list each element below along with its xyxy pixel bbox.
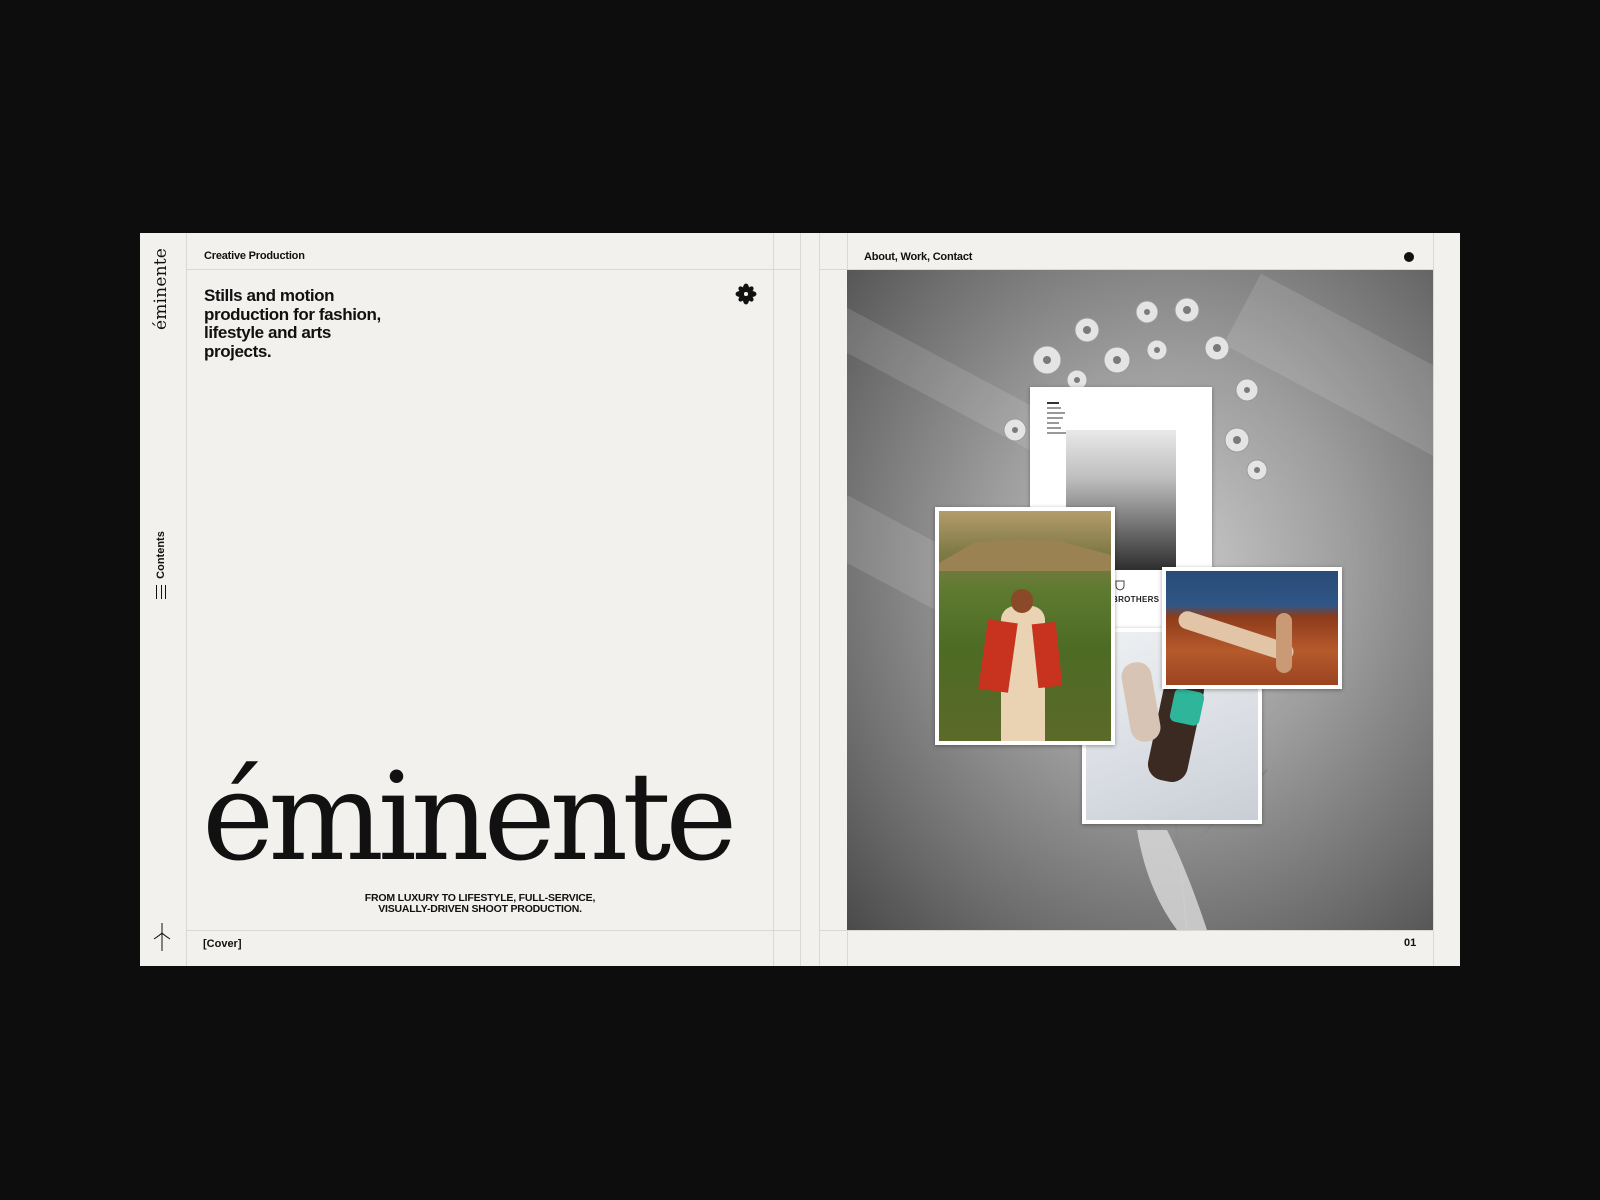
figure-shape [1119, 660, 1163, 744]
hero-collage: BROTHERS [847, 270, 1433, 930]
dot-icon[interactable] [1404, 252, 1414, 262]
book-spread: éminente Contents Creative Production St… [140, 233, 1460, 966]
cover-subtitle: FROM LUXURY TO LIFESTYLE, FULL-SERVICE, … [280, 893, 680, 915]
footer-cover-label: [Cover] [203, 938, 242, 950]
left-header-rule [186, 269, 800, 270]
nav-about-work-contact[interactable]: About, Work, Contact [864, 251, 972, 263]
tagline: Stills and motion production for fashion… [204, 286, 381, 361]
contents-label[interactable]: Contents [155, 531, 167, 579]
head-shape [1011, 589, 1033, 613]
desert-photo [1162, 567, 1342, 689]
menu-icon[interactable] [156, 585, 166, 599]
header-creative-production: Creative Production [204, 250, 305, 262]
sidebar-divider [186, 233, 187, 966]
right-footer-rule [819, 930, 1433, 931]
swimsuit-shape [1168, 687, 1206, 727]
crest-icon [1115, 580, 1125, 591]
contents-toggle[interactable]: Contents [148, 529, 174, 609]
figure-shape [1276, 613, 1292, 673]
flourish-icon[interactable] [152, 921, 172, 953]
eminente-wordmark: éminente [202, 746, 737, 888]
right-edge-rule [1433, 233, 1434, 966]
asterisk-icon [735, 283, 757, 305]
brothers-label: BROTHERS [1112, 595, 1160, 604]
left-footer-rule [186, 930, 800, 931]
sidebar-logo-text[interactable]: éminente [151, 248, 171, 330]
left-page-rule [773, 233, 774, 966]
mountain-shape [939, 539, 1111, 571]
meadow-portrait-photo [935, 507, 1115, 745]
page-number: 01 [1404, 937, 1417, 949]
sidebar-logo[interactable]: éminente [148, 248, 174, 330]
gutter-rule-right [819, 233, 820, 966]
cover-subtitle-line2: VISUALLY-DRIVEN SHOOT PRODUCTION. [378, 903, 582, 915]
gutter-rule-left [800, 233, 801, 966]
